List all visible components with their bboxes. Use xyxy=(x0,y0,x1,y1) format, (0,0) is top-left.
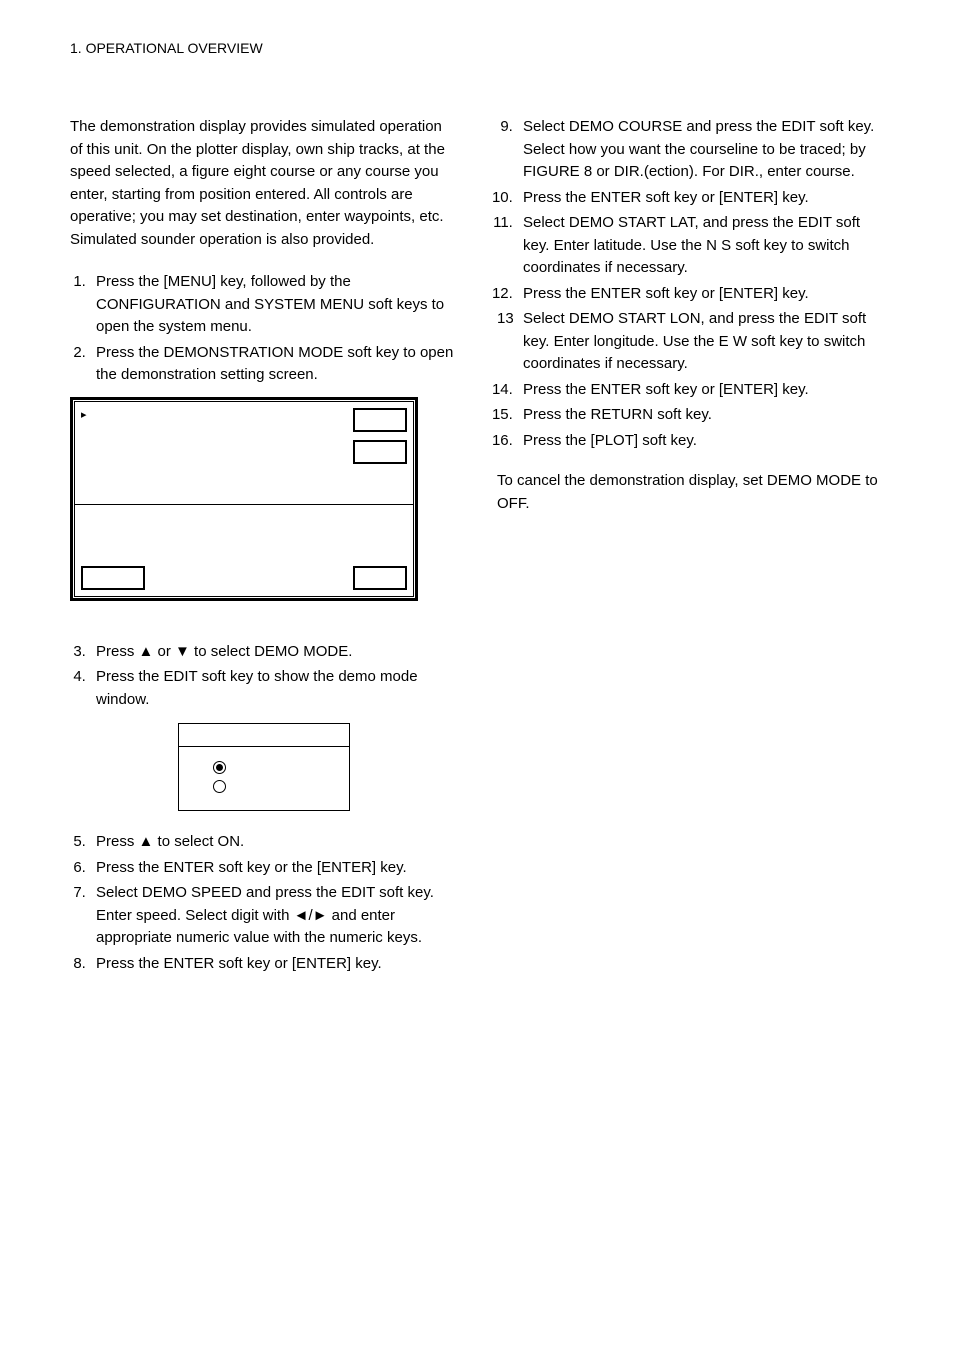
step-14: Press the ENTER soft key or [ENTER] key. xyxy=(517,379,884,402)
figure-top-panel: ▸ xyxy=(74,401,414,505)
step-1: Press the [MENU] key, followed by the CO… xyxy=(90,271,457,339)
step-8: Press the ENTER soft key or [ENTER] key. xyxy=(90,953,457,976)
figure-mid-panel xyxy=(74,505,414,560)
demo-mode-window-figure xyxy=(178,723,350,811)
radio-on-icon xyxy=(213,761,226,774)
page-header: 1. OPERATIONAL OVERVIEW xyxy=(70,40,884,56)
steps-list-left-c: Press ▲ to select ON. Press the ENTER so… xyxy=(70,831,457,975)
softkey-stack xyxy=(353,408,407,464)
step-2: Press the DEMONSTRATION MODE soft key to… xyxy=(90,342,457,387)
step-7: Select DEMO SPEED and press the EDIT sof… xyxy=(90,882,457,950)
bottom-box-right xyxy=(353,566,407,590)
step-12: Press the ENTER soft key or [ENTER] key. xyxy=(517,283,884,306)
bottom-box-left xyxy=(81,566,145,590)
step-11: Select DEMO START LAT, and press the EDI… xyxy=(517,212,884,280)
step-6: Press the ENTER soft key or the [ENTER] … xyxy=(90,857,457,880)
step-9: Select DEMO COURSE and press the EDIT so… xyxy=(517,116,884,184)
step-13: 13Select DEMO START LON, and press the E… xyxy=(491,308,884,376)
steps-list-right-b: Press the ENTER soft key or [ENTER] key.… xyxy=(497,379,884,453)
radio-off-icon xyxy=(213,780,226,793)
right-column: Select DEMO COURSE and press the EDIT so… xyxy=(497,116,884,978)
closing-paragraph: To cancel the demonstration display, set… xyxy=(497,470,884,515)
content-columns: The demonstration display provides simul… xyxy=(70,116,884,978)
steps-list-left-a: Press the [MENU] key, followed by the CO… xyxy=(70,271,457,387)
step-10: Press the ENTER soft key or [ENTER] key. xyxy=(517,187,884,210)
step-3: Press ▲ or ▼ to select DEMO MODE. xyxy=(90,641,457,664)
left-column: The demonstration display provides simul… xyxy=(70,116,457,978)
demo-window-body xyxy=(179,747,349,810)
demo-window-header xyxy=(179,724,349,747)
step-16: Press the [PLOT] soft key. xyxy=(517,430,884,453)
steps-list-right: Select DEMO COURSE and press the EDIT so… xyxy=(497,116,884,376)
softkey-box-2 xyxy=(353,440,407,464)
step-4: Press the EDIT soft key to show the demo… xyxy=(90,666,457,711)
steps-list-left-b: Press ▲ or ▼ to select DEMO MODE. Press … xyxy=(70,641,457,712)
step-15: Press the RETURN soft key. xyxy=(517,404,884,427)
cursor-triangle-icon: ▸ xyxy=(81,408,87,464)
intro-paragraph: The demonstration display provides simul… xyxy=(70,116,457,251)
softkey-box-1 xyxy=(353,408,407,432)
step-5: Press ▲ to select ON. xyxy=(90,831,457,854)
demo-setting-screen-figure: ▸ xyxy=(70,397,418,601)
figure-bottom-row xyxy=(74,560,414,597)
